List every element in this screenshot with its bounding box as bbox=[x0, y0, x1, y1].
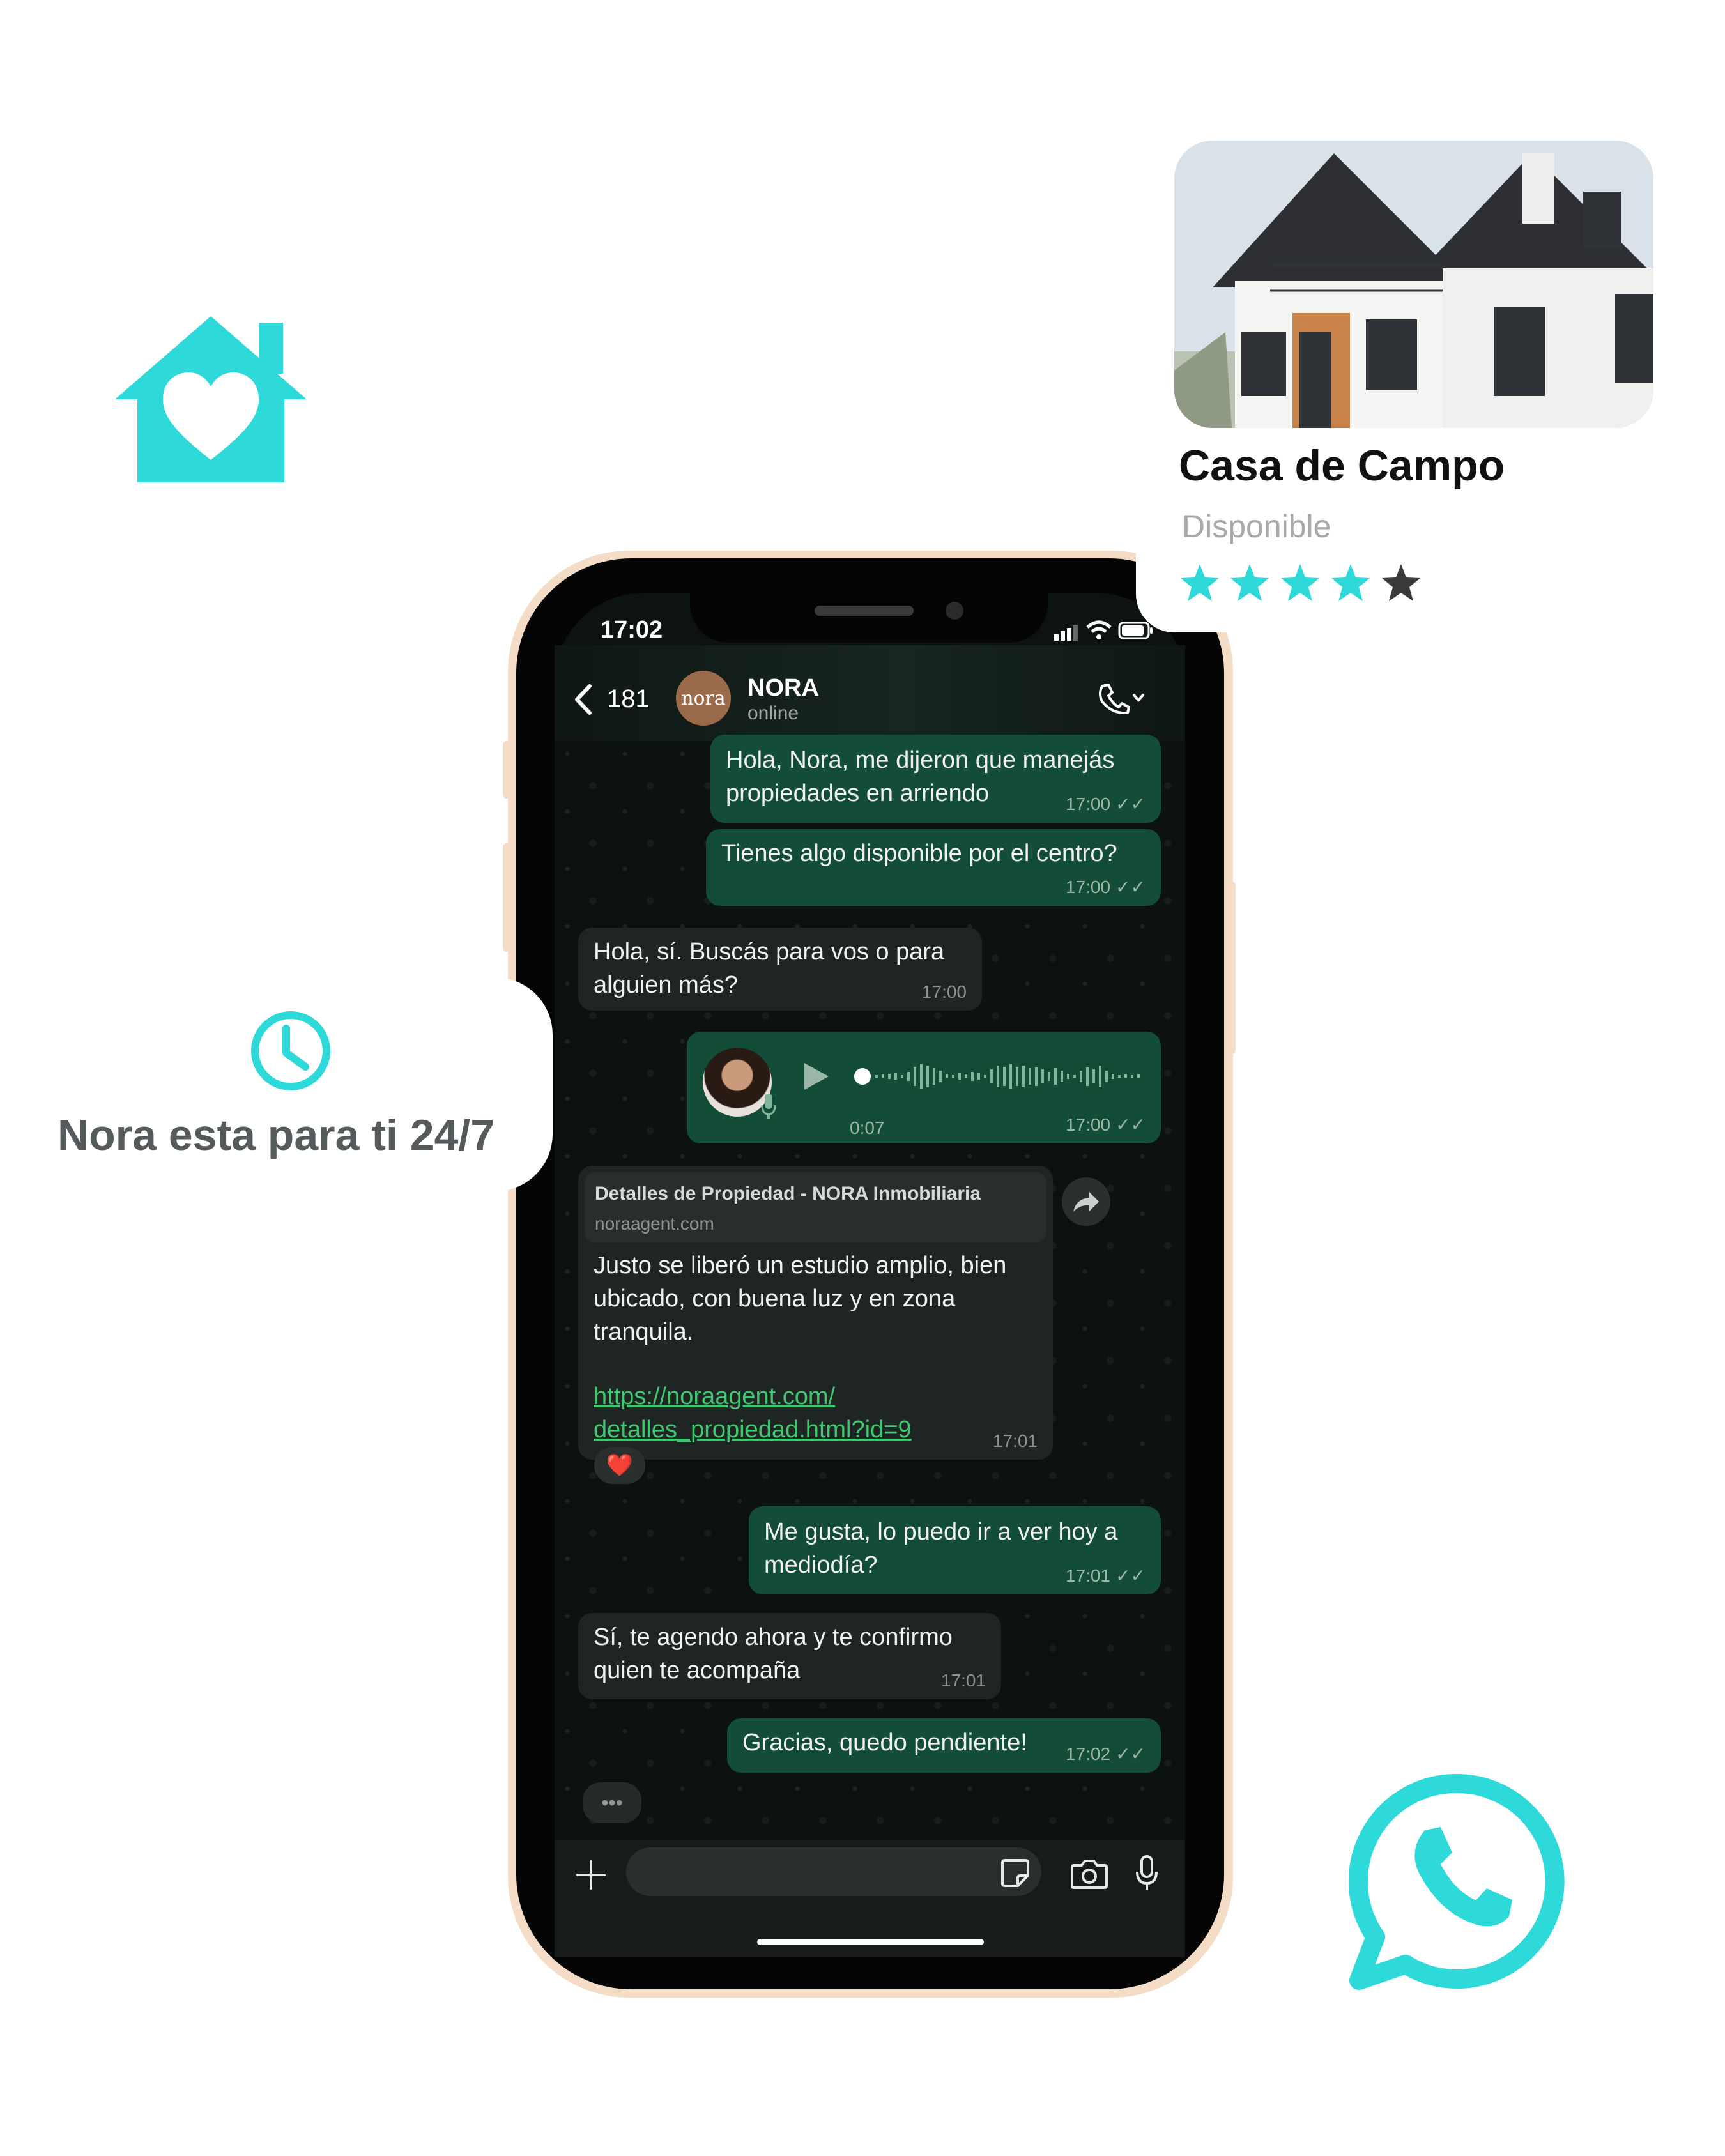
message-outgoing[interactable]: Tienes algo disponible por el centro? 17… bbox=[706, 829, 1161, 906]
battery-icon bbox=[1118, 622, 1153, 639]
message-meta: 17:00 ✓✓ bbox=[1066, 1115, 1146, 1135]
double-check-icon: ✓✓ bbox=[1116, 794, 1146, 814]
message-outgoing[interactable]: Gracias, quedo pendiente! 17:02 ✓✓ bbox=[727, 1718, 1161, 1773]
message-text: Sí, te agendo ahora y te confirmo quien … bbox=[594, 1624, 953, 1684]
message-text: Justo se liberó un estudio amplio, bien … bbox=[594, 1252, 1007, 1345]
tagline-text: Nora esta para ti 24/7 bbox=[57, 1111, 495, 1159]
star-icon bbox=[1331, 564, 1370, 601]
link-preview-title: Detalles de Propiedad - NORA Inmobiliari… bbox=[595, 1183, 981, 1204]
phone-call-icon[interactable] bbox=[1096, 682, 1147, 714]
speaker-grille bbox=[815, 606, 914, 616]
typing-indicator: ••• bbox=[583, 1782, 641, 1823]
voice-message[interactable]: 0:07 17:00 ✓✓ bbox=[687, 1032, 1161, 1143]
link-preview-domain: noraagent.com bbox=[595, 1214, 714, 1234]
wifi-icon bbox=[1086, 620, 1112, 639]
double-check-icon: ✓✓ bbox=[1116, 1115, 1146, 1135]
double-check-icon: ✓✓ bbox=[1116, 1566, 1146, 1586]
forward-icon bbox=[1073, 1191, 1099, 1212]
message-time: 17:00 bbox=[921, 982, 967, 1002]
microphone-icon[interactable] bbox=[1134, 1854, 1160, 1892]
signal-icon bbox=[1054, 625, 1078, 641]
contact-name[interactable]: NORA bbox=[747, 675, 819, 702]
voice-waveform bbox=[875, 1064, 1140, 1089]
link-preview-card[interactable]: Detalles de Propiedad - NORA Inmobiliari… bbox=[585, 1172, 1046, 1242]
voice-progress-knob[interactable] bbox=[854, 1068, 871, 1085]
message-meta: 17:00 bbox=[922, 982, 967, 1002]
message-input[interactable] bbox=[626, 1847, 1041, 1896]
heart-reaction-icon: ❤️ bbox=[606, 1453, 634, 1478]
double-check-icon: ✓✓ bbox=[1116, 1744, 1146, 1764]
microphone-icon bbox=[761, 1094, 776, 1119]
contact-status: online bbox=[747, 703, 799, 724]
back-chevron-icon[interactable] bbox=[572, 684, 594, 715]
phone-side-button bbox=[1228, 882, 1236, 1054]
message-incoming[interactable]: Sí, te agendo ahora y te confirmo quien … bbox=[578, 1613, 1001, 1699]
phone-notch bbox=[690, 593, 1048, 643]
sticker-icon[interactable] bbox=[1000, 1858, 1031, 1888]
message-time: 17:01 bbox=[940, 1671, 986, 1690]
house-photo bbox=[1174, 141, 1653, 428]
plus-icon[interactable] bbox=[575, 1859, 607, 1891]
rating-stars bbox=[1179, 562, 1434, 610]
message-text: Hola, sí. Buscás para vos o para alguien… bbox=[594, 938, 945, 998]
message-time: 17:00 bbox=[1066, 1115, 1111, 1135]
star-icon bbox=[1230, 564, 1269, 601]
property-image[interactable] bbox=[1174, 141, 1653, 428]
message-meta: 17:01 ✓✓ bbox=[1066, 1566, 1146, 1586]
camera-icon[interactable] bbox=[1070, 1858, 1108, 1890]
message-outgoing[interactable]: Hola, Nora, me dijeron que manejás propi… bbox=[710, 735, 1161, 823]
front-camera bbox=[946, 602, 963, 620]
message-time: 17:01 bbox=[1066, 1566, 1111, 1586]
reaction-badge[interactable]: ❤️ bbox=[594, 1447, 645, 1484]
house-heart-icon bbox=[115, 316, 307, 482]
message-meta: 17:00 ✓✓ bbox=[1066, 878, 1146, 897]
home-indicator[interactable] bbox=[757, 1939, 984, 1945]
message-link[interactable]: https://noraagent.com/ detalles_propieda… bbox=[594, 1380, 1041, 1446]
star-icon bbox=[1181, 564, 1219, 601]
contact-avatar[interactable]: nora bbox=[676, 671, 731, 726]
link-message[interactable]: Detalles de Propiedad - NORA Inmobiliari… bbox=[578, 1166, 1053, 1460]
clock-icon bbox=[251, 1011, 330, 1090]
message-meta: 17:00 ✓✓ bbox=[1066, 795, 1146, 814]
forward-button[interactable] bbox=[1062, 1177, 1110, 1226]
message-outgoing[interactable]: Me gusta, lo puedo ir a ver hoy a mediod… bbox=[749, 1506, 1161, 1594]
star-empty-icon bbox=[1382, 564, 1420, 601]
voice-duration: 0:07 bbox=[850, 1118, 885, 1138]
message-meta: 17:01 bbox=[993, 1432, 1038, 1451]
message-time: 17:01 bbox=[992, 1431, 1038, 1451]
message-time: 17:00 bbox=[1066, 877, 1111, 897]
avatar-logo-text: nora bbox=[681, 687, 726, 710]
property-status: Disponible bbox=[1182, 508, 1331, 544]
phone-side-button bbox=[503, 843, 510, 952]
phone-side-button bbox=[503, 741, 510, 799]
message-time: 17:00 bbox=[1066, 794, 1111, 814]
play-icon[interactable] bbox=[802, 1060, 831, 1092]
double-check-icon: ✓✓ bbox=[1116, 877, 1146, 897]
star-icon bbox=[1281, 564, 1319, 601]
message-meta: 17:01 bbox=[941, 1671, 986, 1690]
typing-dots: ••• bbox=[601, 1791, 623, 1814]
property-title: Casa de Campo bbox=[1179, 441, 1505, 490]
message-incoming[interactable]: Hola, sí. Buscás para vos o para alguien… bbox=[578, 928, 982, 1011]
unread-count[interactable]: 181 bbox=[607, 685, 650, 714]
message-meta: 17:02 ✓✓ bbox=[1066, 1745, 1146, 1764]
whatsapp-icon bbox=[1348, 1773, 1565, 1990]
message-time: 17:02 bbox=[1066, 1744, 1111, 1764]
message-text: Tienes algo disponible por el centro? bbox=[721, 840, 1117, 867]
status-time: 17:02 bbox=[601, 616, 663, 643]
